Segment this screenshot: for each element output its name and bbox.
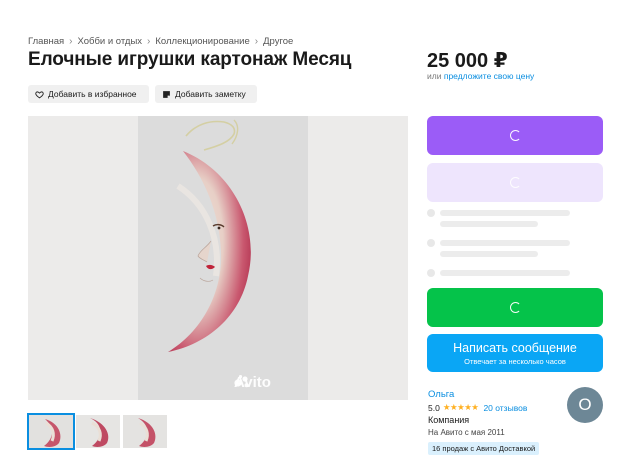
price: 25 000 ₽	[427, 50, 508, 72]
thumbnail-1[interactable]	[27, 413, 75, 450]
buy-with-delivery-button[interactable]	[427, 288, 603, 327]
add-to-favorites-label: Добавить в избранное	[48, 89, 137, 99]
skeleton-line	[440, 221, 538, 227]
reply-time-label: Отвечает за несколько часов	[464, 356, 566, 366]
rating-stars-icon: ★★★★★	[442, 402, 479, 412]
skeleton-dot	[427, 239, 435, 247]
write-message-button[interactable]: Написать сообщение Отвечает за несколько…	[427, 334, 603, 372]
thumbnail-image	[29, 415, 73, 448]
delivery-sales-badge: 16 продаж с Авито Доставкой	[428, 442, 540, 455]
skeleton-line	[440, 270, 570, 276]
page-title: Елочные игрушки картонаж Месяц	[28, 49, 352, 70]
breadcrumb-home[interactable]: Главная	[28, 36, 64, 47]
show-phone-button[interactable]	[427, 116, 603, 155]
loading-spinner-icon	[509, 130, 521, 141]
seller-rating: 5.0 ★★★★★ 20 отзывов	[428, 402, 527, 413]
skeleton-line	[440, 210, 570, 216]
breadcrumb-hobby[interactable]: Хобби и отдых	[78, 36, 143, 47]
breadcrumb: Главная › Хобби и отдых › Коллекциониров…	[28, 36, 293, 47]
rating-value: 5.0	[428, 402, 440, 413]
offer-price-link[interactable]: предложите свою цену	[444, 71, 534, 81]
thumbnail-2[interactable]	[76, 415, 120, 448]
breadcrumb-other[interactable]: Другое	[263, 36, 293, 47]
add-note-button[interactable]: Добавить заметку	[155, 85, 257, 103]
price-offer: или предложите свою цену	[427, 71, 534, 81]
avito-watermark: Avito	[234, 374, 271, 391]
skeleton-line	[440, 240, 570, 246]
chevron-right-icon: ›	[147, 36, 151, 47]
seller-name[interactable]: Ольга	[428, 389, 454, 400]
avito-logo-icon	[234, 375, 249, 388]
chevron-right-icon: ›	[254, 36, 259, 47]
loading-spinner-icon	[509, 302, 521, 313]
reviews-link[interactable]: 20 отзывов	[483, 403, 527, 413]
skeleton-line	[440, 251, 538, 257]
thumbnail-image	[76, 415, 120, 448]
thumbnail-3[interactable]	[123, 415, 167, 448]
crescent-moon-ornament-image	[168, 119, 251, 352]
seller-type: Компания	[428, 415, 470, 425]
price-offer-prefix: или	[427, 71, 442, 81]
write-message-label: Написать сообщение	[453, 340, 577, 355]
add-note-label: Добавить заметку	[175, 89, 246, 99]
seller-since: На Авито с мая 2011	[428, 428, 505, 437]
skeleton-dot	[427, 209, 435, 217]
add-to-favorites-button[interactable]: Добавить в избранное	[28, 85, 149, 103]
breadcrumb-collecting[interactable]: Коллекционирование	[155, 36, 249, 47]
heart-icon	[35, 90, 44, 98]
thumbnail-image	[123, 415, 167, 448]
loading-spinner-icon	[509, 177, 521, 188]
skeleton-dot	[427, 269, 435, 277]
note-icon	[163, 90, 170, 98]
secondary-action-button[interactable]	[427, 163, 603, 202]
main-photo[interactable]: Avito	[28, 116, 408, 400]
chevron-right-icon: ›	[69, 36, 73, 47]
avatar[interactable]: О	[567, 387, 603, 423]
